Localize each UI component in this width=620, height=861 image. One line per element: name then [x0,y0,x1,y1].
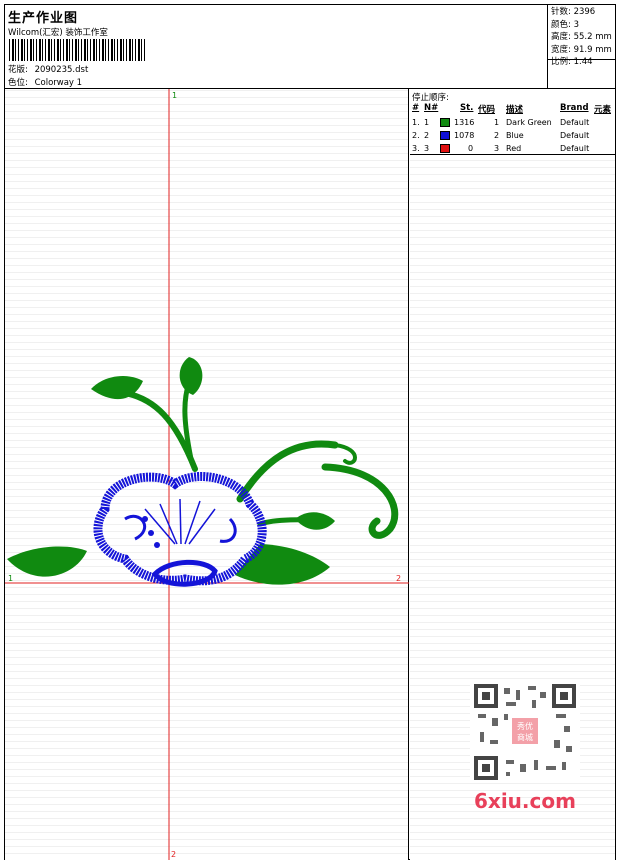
design-file-label: 花版: [8,65,28,75]
design-file-line: 花版: 2090235.dst [8,63,88,75]
qr-code-watermark: 秀优 商城 [470,682,580,782]
stop-sequence-table: 停止顺序: # N# St. 代码 描述 Brand 元素 1. 1 1316 … [410,89,615,155]
sheet-header: 生产作业图 Wilcom(汇宏) 装饰工作室 花版: 2090235.dst 色… [5,5,615,89]
col-brand: Brand [560,103,589,113]
table-row[interactable]: 2. 2 1078 2 Blue Default [410,129,615,142]
barcode [9,39,147,61]
stat-height: 高度: 55.2 mm [551,32,612,42]
axis-marker-left: 1 [8,574,13,583]
design-stats: 针数: 2396 颜色: 3 高度: 55.2 mm 宽度: 91.9 mm 比… [547,5,615,89]
col-needle: N# [424,103,439,113]
colorway-value: Colorway 1 [34,78,83,88]
col-index: # [412,103,420,113]
sheet-title: 生产作业图 [8,11,79,26]
col-code: 代码 [478,105,496,115]
embroidery-preview: 1 1 2 2 [5,89,409,860]
colorway-label: 色位: [8,78,28,88]
studio-name: Wilcom(汇宏) 装饰工作室 [8,28,108,38]
stat-width: 宽度: 91.9 mm [551,44,612,55]
stat-colors: 颜色: 3 [551,19,579,30]
qr-badge-top-text: 秀优 [517,721,533,731]
design-file-value: 2090235.dst [34,65,89,75]
color-swatch-red [440,144,450,153]
qr-badge-bottom-text: 商城 [517,732,533,742]
blue-stitches [93,472,267,587]
colorway-line: 色位: Colorway 1 [8,76,82,88]
axis-marker-right: 2 [396,574,401,583]
stats-divider [548,59,615,72]
stat-stitches: 针数: 2396 [551,7,596,17]
green-leaves [7,357,335,585]
axis-marker-bottom: 2 [171,850,176,859]
table-row[interactable]: 3. 3 0 3 Red Default [410,142,615,155]
watermark-brand: 6xiu.com [474,789,576,813]
col-element: 元素 [594,105,612,115]
col-stitches: St. [460,103,474,113]
stop-sequence-title: 停止顺序: [412,93,449,103]
table-row[interactable]: 1. 1 1316 1 Dark Green Default [410,116,615,129]
axis-marker-top: 1 [172,91,177,100]
design-canvas[interactable]: 1 1 2 2 [5,89,409,860]
col-description: 描述 [506,105,524,115]
color-swatch-dark-green [440,118,450,127]
color-swatch-blue [440,131,450,140]
